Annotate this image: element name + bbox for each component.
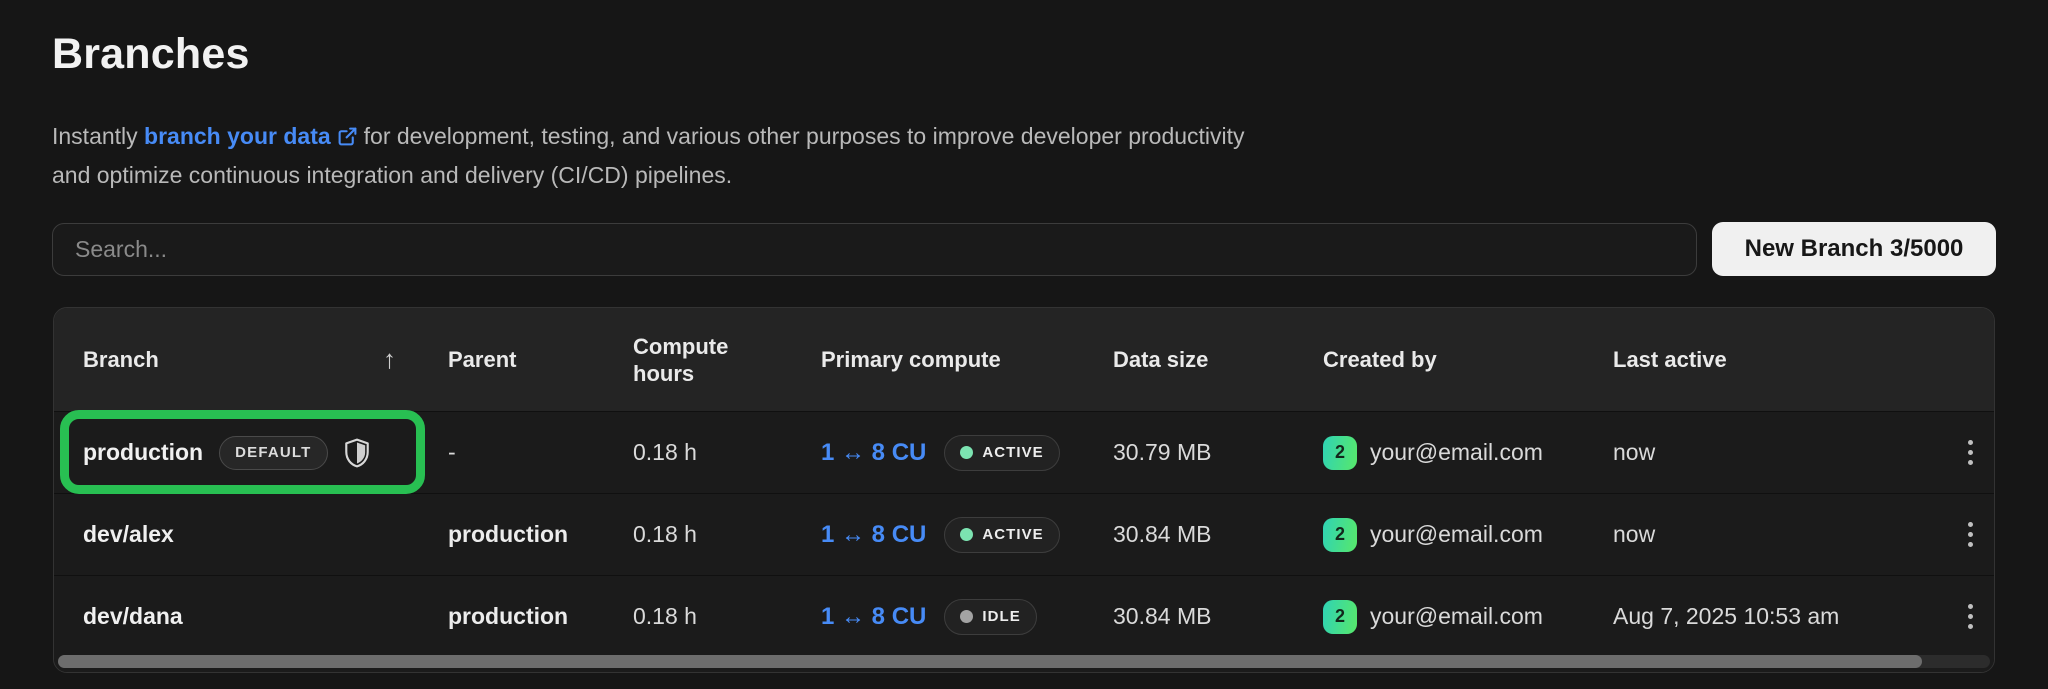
last-active: Aug 7, 2025 10:53 am — [1613, 603, 1946, 630]
compute-range-link[interactable]: 1 ↔ 8 CU — [821, 439, 926, 467]
compute-hours: 0.18 h — [633, 521, 821, 548]
horizontal-scrollbar — [54, 657, 1994, 672]
data-size: 30.84 MB — [1113, 521, 1323, 548]
avatar: 2 — [1323, 600, 1357, 634]
table-row-dev-alex[interactable]: dev/alex production 0.18 h 1 ↔ 8 CU ACTI… — [54, 493, 1994, 575]
description-line1: for development, testing, and various ot… — [364, 123, 1245, 149]
table-row-production[interactable]: production DEFAULT - 0.18 h 1 ↔ 8 CU ACT… — [54, 411, 1994, 493]
branches-table: Branch ↑ Parent Compute hours Primary co… — [53, 307, 1995, 673]
column-header-parent: Parent — [448, 347, 633, 373]
status-badge: ACTIVE — [944, 435, 1059, 471]
row-menu-button[interactable] — [1960, 432, 1981, 473]
compute-range-link[interactable]: 1 ↔ 8 CU — [821, 603, 926, 631]
created-by-email: your@email.com — [1370, 439, 1543, 466]
branch-name: dev/dana — [83, 603, 183, 630]
table-row-dev-dana[interactable]: dev/dana production 0.18 h 1 ↔ 8 CU IDLE… — [54, 575, 1994, 657]
data-size: 30.84 MB — [1113, 603, 1323, 630]
parent-branch: production — [448, 521, 633, 548]
compute-hours: 0.18 h — [633, 603, 821, 630]
created-by-email: your@email.com — [1370, 521, 1543, 548]
avatar: 2 — [1323, 436, 1357, 470]
external-link-icon — [337, 121, 358, 157]
row-menu-button[interactable] — [1960, 596, 1981, 637]
column-header-last-active: Last active — [1613, 347, 1946, 373]
search-input[interactable] — [52, 223, 1697, 276]
parent-branch: - — [448, 439, 633, 466]
page-title: Branches — [52, 30, 250, 79]
compute-range-link[interactable]: 1 ↔ 8 CU — [821, 521, 926, 549]
compute-hours: 0.18 h — [633, 439, 821, 466]
column-header-data-size: Data size — [1113, 347, 1323, 373]
row-menu-button[interactable] — [1960, 514, 1981, 555]
branch-your-data-link[interactable]: branch your data — [144, 123, 331, 149]
scrollbar-thumb[interactable] — [58, 655, 1922, 668]
default-badge: DEFAULT — [219, 436, 327, 470]
created-by-email: your@email.com — [1370, 603, 1543, 630]
sort-ascending-icon[interactable]: ↑ — [383, 344, 396, 375]
column-header-branch[interactable]: Branch ↑ — [54, 344, 448, 375]
description-line2: and optimize continuous integration and … — [52, 157, 1245, 193]
column-header-created-by: Created by — [1323, 347, 1613, 373]
branch-name: production — [83, 439, 203, 466]
status-badge: ACTIVE — [944, 517, 1059, 553]
protected-shield-icon — [344, 438, 370, 468]
status-dot-icon — [960, 446, 973, 459]
column-header-primary-compute: Primary compute — [821, 347, 1113, 373]
column-header-compute-hours: Compute hours — [633, 333, 821, 387]
last-active: now — [1613, 521, 1946, 548]
branch-name: dev/alex — [83, 521, 174, 548]
parent-branch: production — [448, 603, 633, 630]
status-dot-icon — [960, 528, 973, 541]
status-badge: IDLE — [944, 599, 1036, 635]
description-prefix: Instantly — [52, 123, 138, 149]
new-branch-button[interactable]: New Branch 3/5000 — [1712, 222, 1996, 276]
page-description: Instantly branch your data for developmen… — [52, 118, 1245, 193]
data-size: 30.79 MB — [1113, 439, 1323, 466]
last-active: now — [1613, 439, 1946, 466]
scrollbar-track[interactable] — [58, 655, 1990, 668]
status-dot-icon — [960, 610, 973, 623]
table-header: Branch ↑ Parent Compute hours Primary co… — [54, 308, 1994, 411]
branch-column-label: Branch — [83, 347, 159, 373]
avatar: 2 — [1323, 518, 1357, 552]
